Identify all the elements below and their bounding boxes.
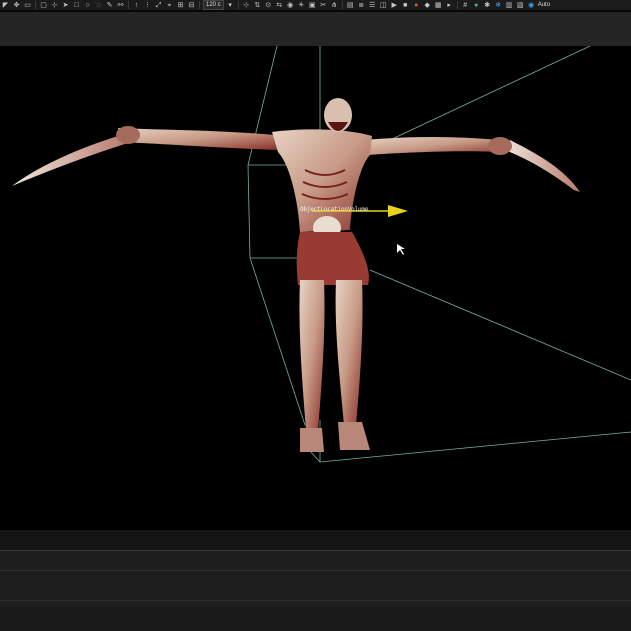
- frame-icon[interactable]: ⌖: [165, 1, 174, 10]
- bottom-status-row: [0, 606, 631, 631]
- pelvis: [296, 232, 369, 285]
- right-arm: [365, 137, 502, 155]
- selection-rect-icon[interactable]: ▢: [39, 1, 48, 10]
- next-icon[interactable]: ▸: [445, 1, 454, 10]
- script-icon[interactable]: ▥: [505, 1, 514, 10]
- left-leg: [299, 280, 325, 430]
- bottom-panel-header: [0, 530, 631, 550]
- pivot-icon[interactable]: ⊙: [264, 1, 273, 10]
- keyframe-icon[interactable]: ◆: [423, 1, 432, 10]
- toolbar-divider: [199, 1, 200, 9]
- mirror-icon[interactable]: ⇆: [275, 1, 284, 10]
- viewport-header-bar: [0, 12, 631, 47]
- window-icon[interactable]: ▧: [516, 1, 525, 10]
- render-icon[interactable]: ▣: [308, 1, 317, 10]
- paint-icon[interactable]: ✎: [105, 1, 114, 10]
- outliner-icon[interactable]: ☰: [368, 1, 377, 10]
- plugin-icon[interactable]: ❄: [494, 1, 503, 10]
- camera-icon[interactable]: ◉: [286, 1, 295, 10]
- grid-icon[interactable]: #: [461, 1, 470, 10]
- select-icon[interactable]: ◤: [1, 1, 10, 10]
- left-hand: [116, 126, 140, 144]
- material-icon[interactable]: ▤: [346, 1, 355, 10]
- bottom-divider: [0, 550, 631, 551]
- scale-icon[interactable]: ⤢: [154, 1, 163, 10]
- circle-icon[interactable]: ○: [83, 1, 92, 10]
- left-foot: [300, 428, 324, 452]
- rotate-icon[interactable]: ↑: [132, 1, 141, 10]
- rect-icon[interactable]: □: [72, 1, 81, 10]
- bottom-panel: [0, 530, 631, 631]
- brush-icon[interactable]: ⋔: [330, 1, 339, 10]
- unlink-icon[interactable]: ⁝: [143, 1, 152, 10]
- mouse-cursor-icon: [397, 244, 405, 255]
- align-icon[interactable]: ⇅: [253, 1, 262, 10]
- scene-canvas: [12, 46, 631, 463]
- left-arm: [118, 128, 278, 150]
- chevron-down-icon[interactable]: ▾: [226, 1, 235, 10]
- toolbar-divider: [456, 1, 458, 9]
- toolbar-divider: [35, 1, 36, 9]
- toolbar-divider: [128, 1, 129, 9]
- zoom-field[interactable]: 120 c: [203, 0, 224, 10]
- save-icon[interactable]: ▭: [23, 1, 32, 10]
- snap-icon[interactable]: ⊹: [50, 1, 59, 10]
- stop-icon[interactable]: ■: [401, 1, 410, 10]
- workspace-label[interactable]: Auto: [538, 1, 550, 10]
- cut-icon[interactable]: ✂: [319, 1, 328, 10]
- record-icon[interactable]: ●: [412, 1, 421, 10]
- torso: [272, 129, 372, 232]
- 3d-viewport[interactable]: ObjectLocationVolume: [0, 46, 631, 530]
- snap-grid-icon[interactable]: ⊹: [242, 1, 251, 10]
- left-blade: [12, 136, 128, 186]
- right-foot: [338, 422, 370, 450]
- timeline-icon[interactable]: ▦: [434, 1, 443, 10]
- bottom-divider: [0, 570, 631, 571]
- right-blade: [505, 140, 580, 192]
- play-icon[interactable]: ▶: [390, 1, 399, 10]
- right-hand: [488, 137, 512, 155]
- gizmo-arrow-head[interactable]: [388, 205, 408, 217]
- bottom-divider: [0, 600, 631, 601]
- right-leg: [335, 280, 363, 425]
- lock-icon[interactable]: ⊞: [176, 1, 185, 10]
- main-toolbar: ◤ ✥ ▭ ▢ ⊹ ➤ □ ○ ◌ ✎ ⚯ ↑ ⁝ ⤢ ⌖ ⊞ ⊟ 120 c …: [0, 0, 631, 11]
- layers-icon[interactable]: ≣: [357, 1, 366, 10]
- object-location-label: ObjectLocationVolume: [300, 206, 369, 213]
- lasso-icon[interactable]: ◌: [94, 1, 103, 10]
- link-icon[interactable]: ⚯: [116, 1, 125, 10]
- help-icon[interactable]: ◉: [527, 1, 536, 10]
- toolbar-divider: [341, 1, 343, 9]
- settings-icon[interactable]: ✱: [483, 1, 492, 10]
- move-icon[interactable]: ✥: [12, 1, 21, 10]
- pointer-icon[interactable]: ➤: [61, 1, 70, 10]
- light-icon[interactable]: ☀: [297, 1, 306, 10]
- globe-icon[interactable]: ●: [472, 1, 481, 10]
- bone-icon[interactable]: ⊟: [187, 1, 196, 10]
- graph-icon[interactable]: ◫: [379, 1, 388, 10]
- toolbar-divider: [237, 1, 239, 9]
